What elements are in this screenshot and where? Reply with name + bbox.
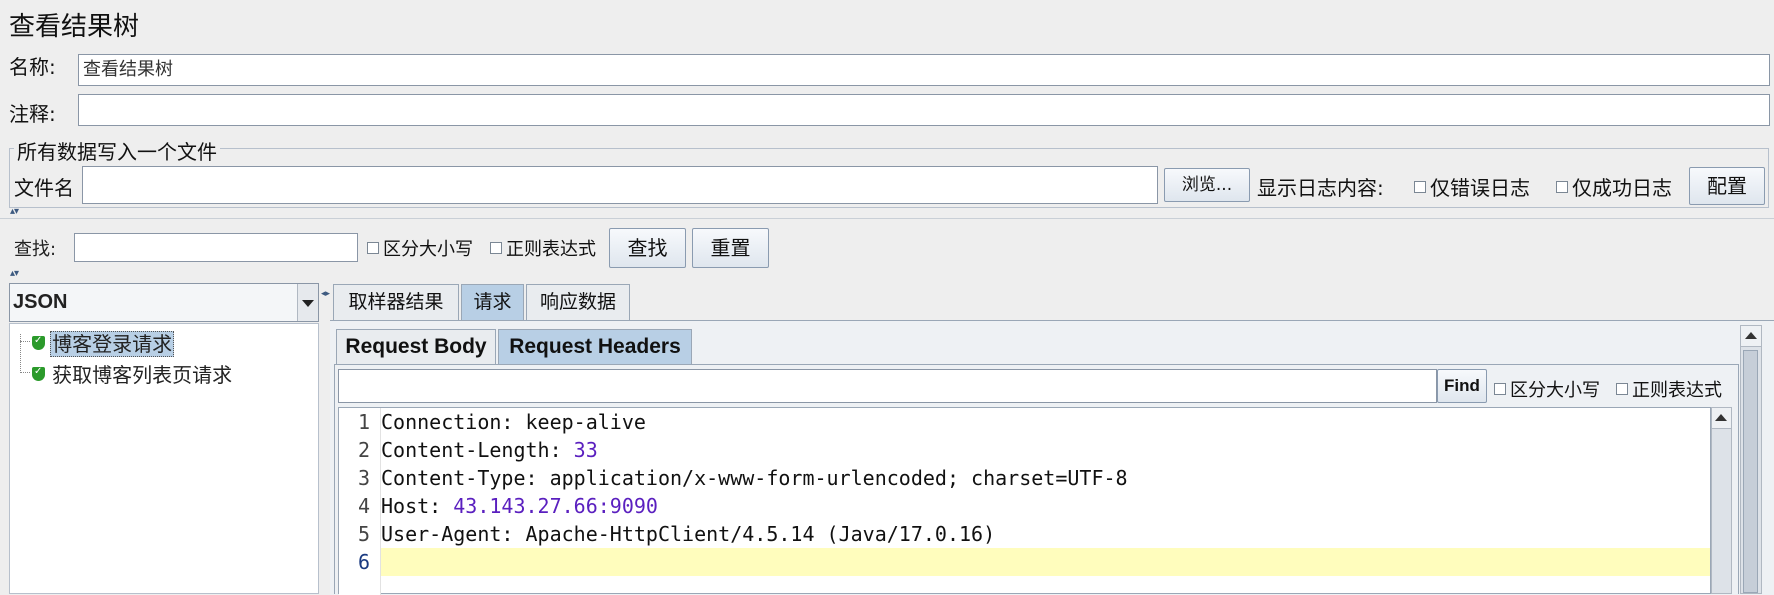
tree-connector-branch	[20, 341, 30, 343]
file-group-label: 所有数据写入一个文件	[14, 136, 220, 165]
config-button[interactable]: 配置	[1689, 167, 1765, 205]
errors-only-box[interactable]	[1414, 180, 1426, 193]
headers-editor[interactable]: 1 2 3 4 5 6 Connection: keep-alive Conte…	[338, 407, 1711, 595]
find-bar-regex-checkbox[interactable]: 正则表达式	[1616, 376, 1722, 402]
chevron-up-icon[interactable]	[1715, 414, 1727, 421]
file-name-field[interactable]	[82, 166, 1158, 204]
find-bar-input[interactable]	[338, 369, 1437, 403]
header-line: Content-Length: 33	[381, 436, 598, 464]
name-label: 名称:	[9, 55, 56, 79]
renderer-select-value: JSON	[13, 291, 68, 313]
name-field-value: 查看结果树	[83, 59, 173, 80]
search-regex-checkbox[interactable]: 正则表达式	[490, 235, 596, 261]
header-key: Content-Type	[381, 466, 526, 490]
splitter-middle[interactable]: ▴▾	[0, 268, 1774, 280]
subtab-request-headers[interactable]: Request Headers	[498, 329, 692, 365]
header-separator: :	[429, 494, 454, 518]
tab-request[interactable]: 请求	[461, 284, 524, 320]
renderer-dropdown-button[interactable]	[297, 284, 318, 321]
header-value: application/x-www-form-urlencoded; chars…	[549, 466, 1128, 490]
line-number: 2	[357, 438, 370, 462]
tree-item-label: 获取博客列表页请求	[52, 363, 233, 387]
header-value: keep-alive	[525, 410, 646, 434]
find-bar-case-checkbox[interactable]: 区分大小写	[1494, 376, 1600, 402]
current-line-highlight	[381, 548, 1710, 576]
header-separator: :	[501, 522, 526, 546]
splitter-top[interactable]: ▴▾	[0, 206, 1774, 219]
search-label: 查找:	[14, 239, 57, 260]
search-case-checkbox[interactable]: 区分大小写	[367, 235, 473, 261]
success-only-checkbox[interactable]: 仅成功日志	[1556, 172, 1672, 201]
header-key: Host	[381, 494, 430, 518]
splitter-middle-arrows-icon[interactable]: ▴▾	[10, 268, 19, 279]
splitter-vertical-arrows-icon[interactable]: ◂▸	[321, 289, 330, 299]
success-only-box[interactable]	[1556, 180, 1568, 193]
tree-item[interactable]: 获取博客列表页请求	[32, 359, 234, 387]
line-number: 4	[357, 494, 370, 518]
tree-connector-line	[20, 334, 22, 373]
header-key: User-Agent	[381, 522, 502, 546]
line-number: 3	[357, 466, 370, 490]
errors-only-label: 仅错误日志	[1430, 176, 1530, 200]
editor-scrollbar[interactable]	[1711, 407, 1732, 594]
file-label: 文件名	[14, 176, 74, 200]
success-shield-icon	[32, 366, 45, 381]
tree-connector-branch	[20, 372, 30, 374]
page-title: 查看结果树	[9, 12, 140, 42]
search-input[interactable]	[74, 233, 358, 262]
header-line: User-Agent: Apache-HttpClient/4.5.14 (Ja…	[381, 520, 995, 548]
panel-scroll-thumb[interactable]	[1743, 350, 1758, 593]
find-bar-case-box[interactable]	[1494, 383, 1506, 395]
panel-scrollbar[interactable]	[1740, 325, 1762, 594]
search-case-box[interactable]	[367, 242, 379, 254]
header-key: Connection	[381, 410, 502, 434]
line-number-current: 6	[357, 550, 370, 574]
find-bar-case-label: 区分大小写	[1510, 380, 1600, 401]
tab-sampler-result[interactable]: 取样器结果	[333, 284, 459, 320]
splitter-top-arrows-icon[interactable]: ▴▾	[10, 206, 19, 217]
header-line: Connection: keep-alive	[381, 408, 646, 436]
errors-only-checkbox[interactable]: 仅错误日志	[1414, 172, 1530, 201]
chevron-up-icon[interactable]	[1745, 332, 1757, 339]
find-bar-regex-box[interactable]	[1616, 383, 1628, 395]
comment-label: 注释:	[9, 102, 56, 126]
header-line: Content-Type: application/x-www-form-url…	[381, 464, 1128, 492]
header-separator: :	[525, 466, 550, 490]
editor-scroll-up-button[interactable]	[1712, 408, 1731, 429]
search-regex-box[interactable]	[490, 242, 502, 254]
log-content-label: 显示日志内容:	[1257, 176, 1384, 200]
find-bar-button[interactable]: Find	[1437, 369, 1487, 403]
tab-response-data[interactable]: 响应数据	[526, 284, 630, 320]
chevron-down-icon[interactable]	[302, 300, 314, 307]
search-case-label: 区分大小写	[383, 239, 473, 260]
header-value: 33	[573, 438, 598, 462]
header-separator: :	[501, 410, 526, 434]
line-number: 1	[357, 410, 370, 434]
header-line: Host: 43.143.27.66:9090	[381, 492, 658, 520]
reset-button[interactable]: 重置	[692, 228, 769, 268]
splitter-vertical[interactable]: ◂▸	[320, 283, 330, 594]
results-tree: 博客登录请求 获取博客列表页请求	[9, 323, 319, 594]
tree-item[interactable]: 博客登录请求	[32, 328, 175, 357]
find-bar-regex-label: 正则表达式	[1632, 380, 1722, 401]
comment-field[interactable]	[78, 94, 1770, 126]
header-separator: :	[549, 438, 574, 462]
name-field[interactable]: 查看结果树	[78, 54, 1770, 86]
panel-scroll-up-button[interactable]	[1741, 326, 1761, 347]
browse-button[interactable]: 浏览...	[1164, 168, 1250, 202]
tree-item-label: 博客登录请求	[50, 331, 175, 357]
header-key: Content-Length	[381, 438, 550, 462]
header-value: Apache-HttpClient/4.5.14 (Java/17.0.16)	[525, 522, 996, 546]
search-regex-label: 正则表达式	[506, 239, 596, 260]
find-button[interactable]: 查找	[609, 228, 686, 268]
renderer-select[interactable]: JSON	[9, 283, 319, 322]
header-value: 43.143.27.66:9090	[453, 494, 658, 518]
success-only-label: 仅成功日志	[1572, 176, 1672, 200]
success-shield-icon	[32, 335, 45, 350]
line-number: 5	[357, 522, 370, 546]
subtab-request-body[interactable]: Request Body	[336, 329, 496, 365]
